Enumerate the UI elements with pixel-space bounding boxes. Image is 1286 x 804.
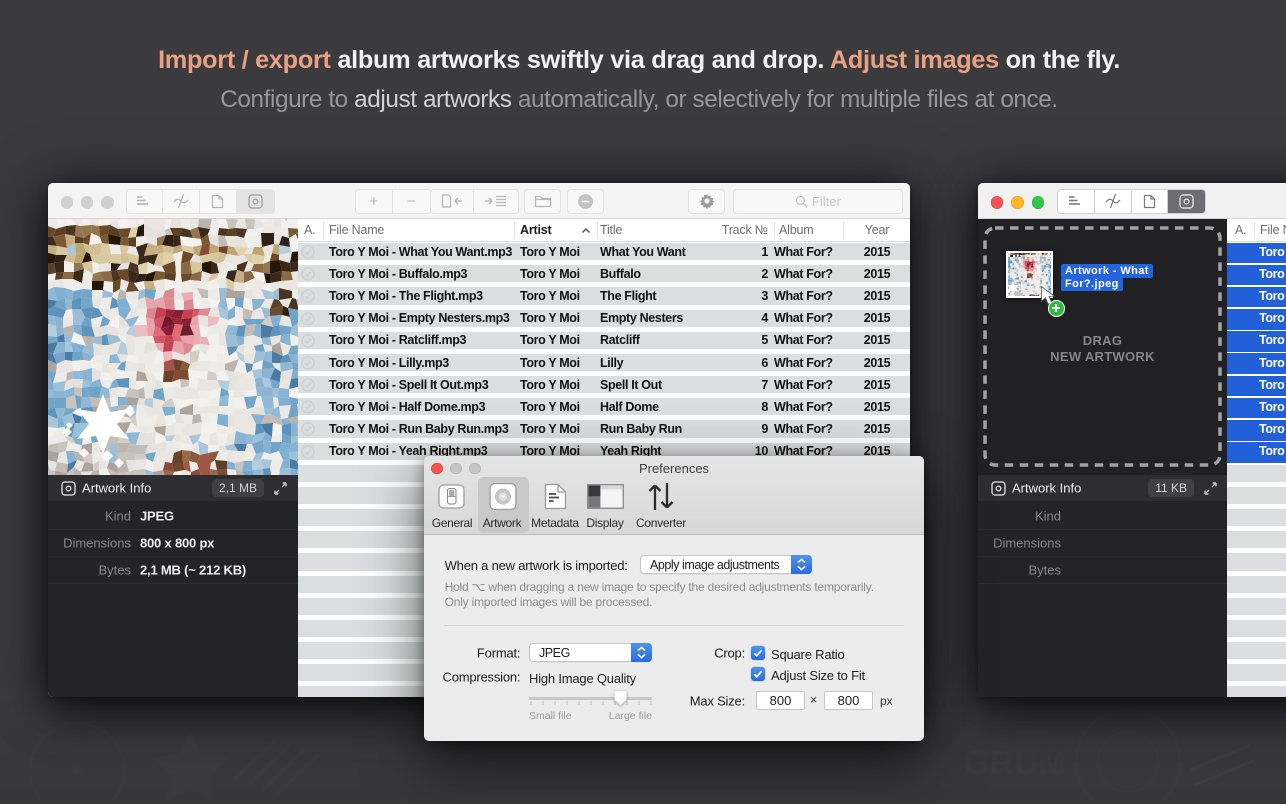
svg-text:GRUM: GRUM — [963, 744, 1067, 782]
